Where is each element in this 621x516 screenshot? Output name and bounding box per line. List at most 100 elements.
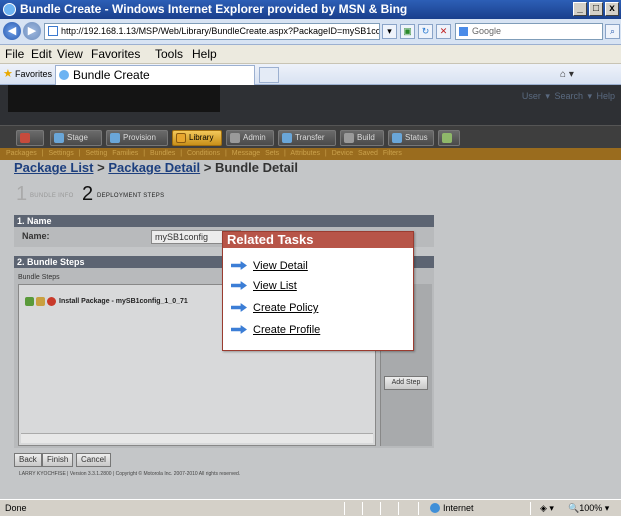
star-icon: ★ bbox=[3, 68, 13, 80]
window-title: Bundle Create - Windows Internet Explore… bbox=[20, 2, 408, 16]
search-input[interactable]: Google bbox=[455, 23, 603, 40]
home-button[interactable]: ⌂ ▾ bbox=[560, 67, 594, 82]
search-placeholder: Google bbox=[472, 26, 502, 36]
refresh-icon[interactable]: ↻ bbox=[418, 24, 433, 39]
globe-icon bbox=[430, 503, 440, 513]
bundle-steps-legend: Bundle Steps bbox=[18, 274, 60, 281]
edit-icon[interactable] bbox=[36, 297, 45, 306]
compat-view-icon[interactable]: ▣ bbox=[400, 24, 415, 39]
window-titlebar: Bundle Create - Windows Internet Explore… bbox=[0, 0, 621, 19]
home-icon bbox=[20, 133, 30, 143]
menu-tools[interactable]: Tools bbox=[155, 47, 183, 62]
library-icon bbox=[176, 133, 186, 143]
status-divider bbox=[530, 502, 531, 515]
task-create-policy[interactable]: Create Policy bbox=[231, 302, 318, 314]
back-button[interactable]: Back bbox=[14, 453, 42, 467]
minimize-button[interactable]: _ bbox=[573, 2, 587, 16]
transfer-icon bbox=[282, 133, 292, 143]
extra-tab-icon bbox=[442, 133, 452, 143]
favorites-bar: ★ Favorites Bundle Create ⌂ ▾ bbox=[0, 64, 621, 85]
wizard-steps: 1 BUNDLE INFO 2 DEPLOYMENT STEPS bbox=[14, 184, 434, 204]
arrow-icon bbox=[231, 303, 247, 312]
favorites-label: Favorites bbox=[15, 69, 53, 79]
tab-home[interactable] bbox=[16, 130, 44, 146]
tab-status[interactable]: Status bbox=[388, 130, 434, 146]
zoom-level[interactable]: 🔍100% ▾ bbox=[568, 500, 609, 516]
maximize-button[interactable]: □ bbox=[589, 2, 603, 16]
menu-file[interactable]: File bbox=[5, 47, 24, 62]
favorites-button[interactable]: ★ Favorites bbox=[3, 67, 52, 82]
task-view-list[interactable]: View List bbox=[231, 280, 297, 292]
name-label: Name: bbox=[22, 231, 50, 241]
add-step-button[interactable]: Add Step bbox=[384, 376, 428, 390]
back-nav-button[interactable]: ◀ bbox=[3, 22, 21, 40]
address-bar[interactable]: http://192.168.1.13/MSP/Web/Library/Bund… bbox=[44, 23, 380, 40]
menu-favorites[interactable]: Favorites bbox=[91, 47, 140, 62]
search-icon[interactable]: ⌕ bbox=[605, 24, 620, 39]
task-create-profile[interactable]: Create Profile bbox=[231, 324, 320, 336]
protected-mode-icon[interactable]: ◈ ▾ bbox=[540, 500, 554, 516]
status-icon bbox=[392, 133, 402, 143]
menu-view[interactable]: View bbox=[57, 47, 83, 62]
tab-title: Bundle Create bbox=[73, 68, 150, 82]
app-tab-row: Stage Provision Library Admin Transfer B… bbox=[0, 125, 621, 148]
address-dropdown-icon[interactable]: ▾ bbox=[382, 24, 397, 39]
user-nav[interactable]: User ▾ Search ▾ Help bbox=[522, 91, 615, 102]
status-divider bbox=[398, 502, 399, 515]
step-label: Install Package - mySB1config_1_0_71 bbox=[59, 298, 188, 305]
status-divider bbox=[344, 502, 345, 515]
breadcrumb-current: Bundle Detail bbox=[214, 160, 299, 175]
arrow-icon bbox=[231, 261, 247, 270]
new-tab-button[interactable] bbox=[259, 67, 279, 83]
tab-build[interactable]: Build bbox=[340, 130, 384, 146]
page-icon bbox=[48, 26, 58, 36]
page-footer: LARRY KYOCHFISE | Version 3.3.1.2800 | C… bbox=[19, 471, 241, 477]
ie-logo-icon bbox=[3, 3, 16, 16]
status-divider bbox=[380, 502, 381, 515]
stop-icon[interactable]: ✕ bbox=[436, 24, 451, 39]
address-toolbar: ◀ ▶ http://192.168.1.13/MSP/Web/Library/… bbox=[0, 19, 621, 45]
step2-number: 2 bbox=[82, 183, 94, 205]
status-text: Done bbox=[5, 503, 27, 513]
move-icon[interactable] bbox=[25, 297, 34, 306]
close-button[interactable]: x bbox=[605, 2, 619, 16]
related-tasks-title: Related Tasks bbox=[223, 232, 413, 248]
tab-library[interactable]: Library bbox=[172, 130, 222, 146]
name-section-header: 1. Name bbox=[14, 215, 434, 227]
status-divider bbox=[418, 502, 419, 515]
breadcrumb: Package List > Package Detail > Bundle D… bbox=[14, 160, 299, 175]
menu-edit[interactable]: Edit bbox=[31, 47, 52, 62]
tab-provision[interactable]: Provision bbox=[106, 130, 168, 146]
related-tasks-popup: Related Tasks View Detail View List Crea… bbox=[222, 231, 414, 351]
step1-number: 1 bbox=[16, 183, 28, 205]
tab-extra[interactable] bbox=[438, 130, 460, 146]
library-subnav[interactable]: Packages | Settings | Setting Families |… bbox=[0, 148, 621, 160]
security-zone[interactable]: Internet bbox=[430, 500, 474, 516]
finish-button[interactable]: Finish bbox=[42, 453, 74, 467]
step1-label[interactable]: BUNDLE INFO bbox=[30, 193, 74, 199]
tab-page-icon bbox=[59, 70, 69, 80]
breadcrumb-package-detail[interactable]: Package Detail bbox=[108, 160, 200, 175]
task-view-detail[interactable]: View Detail bbox=[231, 260, 308, 272]
app-logo bbox=[8, 85, 220, 112]
cancel-button[interactable]: Cancel bbox=[76, 453, 111, 467]
status-divider bbox=[362, 502, 363, 515]
tab-transfer[interactable]: Transfer bbox=[278, 130, 336, 146]
browser-statusbar: Done Internet ◈ ▾ 🔍100% ▾ bbox=[0, 499, 621, 516]
tab-stage[interactable]: Stage bbox=[50, 130, 102, 146]
arrow-icon bbox=[231, 325, 247, 334]
arrow-icon bbox=[231, 281, 247, 290]
browser-tab[interactable]: Bundle Create bbox=[55, 65, 255, 85]
build-icon bbox=[344, 133, 354, 143]
address-url: http://192.168.1.13/MSP/Web/Library/Bund… bbox=[61, 26, 380, 36]
list-item[interactable]: Install Package - mySB1config_1_0_71 bbox=[25, 297, 188, 306]
admin-icon bbox=[230, 133, 240, 143]
app-header: User ▾ Search ▾ Help bbox=[0, 85, 621, 125]
search-provider-icon bbox=[459, 27, 468, 36]
breadcrumb-package-list[interactable]: Package List bbox=[14, 160, 94, 175]
horizontal-scrollbar[interactable] bbox=[21, 433, 373, 443]
menu-help[interactable]: Help bbox=[192, 47, 217, 62]
forward-nav-button[interactable]: ▶ bbox=[23, 22, 41, 40]
delete-icon[interactable] bbox=[47, 297, 56, 306]
tab-admin[interactable]: Admin bbox=[226, 130, 274, 146]
